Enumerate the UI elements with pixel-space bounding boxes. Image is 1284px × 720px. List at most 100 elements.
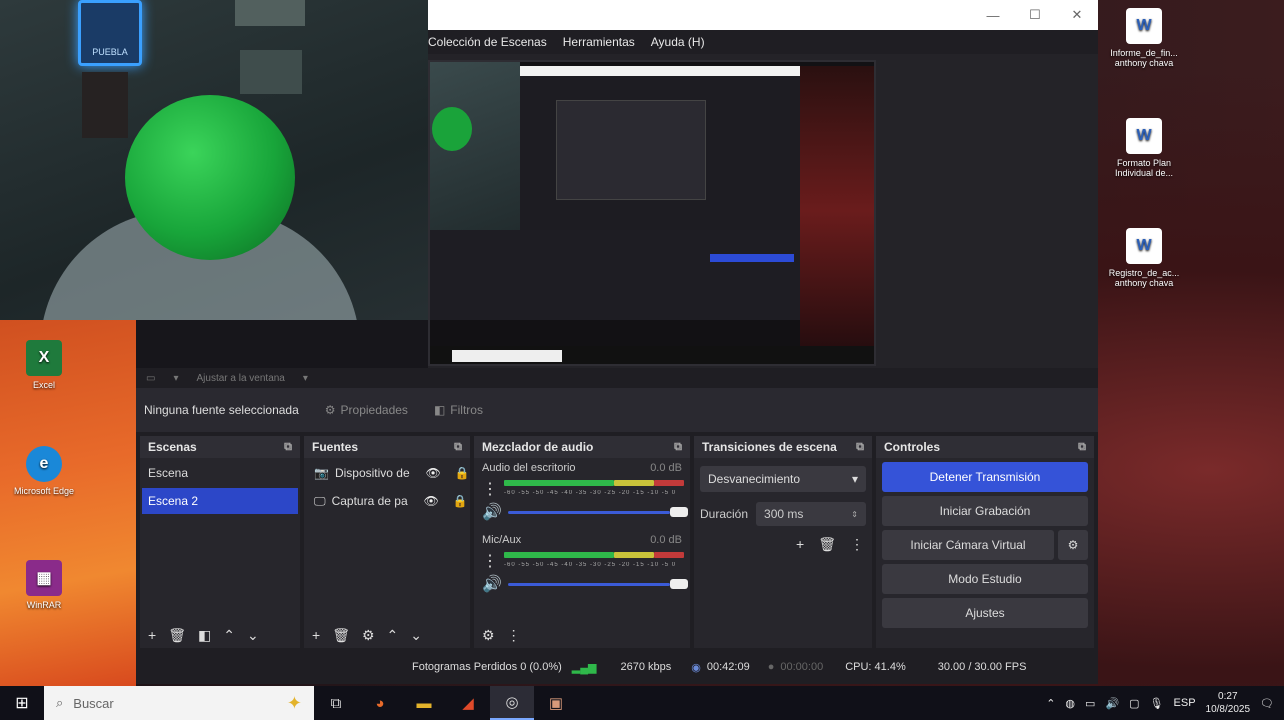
desktop-icon-excel[interactable]: X Excel [6, 340, 82, 390]
transition-select[interactable]: Desvanecimiento ▾ [700, 466, 866, 492]
title-bar[interactable]: — ☐ ✕ [428, 0, 1098, 30]
dock-title: Transiciones de escena ⧉ [694, 436, 872, 458]
desktop-icon-document[interactable]: W Formato Plan Individual de... [1098, 118, 1190, 178]
battery-icon[interactable]: ▭ [1085, 697, 1095, 710]
zoom-mode[interactable]: Ajustar a la ventana [196, 373, 284, 384]
volume-icon[interactable]: 🔊 [1105, 697, 1119, 710]
minimize-button[interactable]: — [972, 0, 1014, 30]
chevron-down-icon[interactable]: ⌄ [410, 627, 422, 644]
start-virtual-camera-button[interactable]: Iniciar Cámara Virtual [882, 530, 1054, 560]
scene-item-active[interactable]: Escena 2 [142, 488, 298, 514]
spin-arrows-icon[interactable]: ⇕ [851, 510, 858, 519]
chevron-up-icon[interactable]: ⌃ [1046, 697, 1055, 710]
menu-tools[interactable]: Herramientas [563, 35, 635, 49]
chevron-down-icon[interactable]: ⌄ [247, 627, 259, 644]
photo-app-icon[interactable]: ▣ [534, 686, 578, 720]
menu-help[interactable]: Ayuda (H) [651, 35, 705, 49]
preview-canvas[interactable] [428, 60, 876, 366]
kebab-menu-icon[interactable]: ⋮ [482, 479, 498, 499]
copilot-icon[interactable]: ◕ [358, 686, 402, 720]
undock-icon[interactable]: ⧉ [856, 441, 864, 454]
eye-icon[interactable]: 👁 [426, 466, 441, 480]
duration-spinbox[interactable]: 300 ms ⇕ [756, 502, 866, 526]
trash-icon[interactable]: 🗑 [332, 627, 350, 644]
virtual-camera-settings-button[interactable]: ⚙ [1058, 530, 1088, 560]
sources-title: Fuentes [312, 440, 359, 454]
start-recording-button[interactable]: Iniciar Grabación [882, 496, 1088, 526]
volume-slider[interactable] [507, 579, 688, 589]
slider-thumb[interactable] [669, 507, 688, 517]
add-icon[interactable]: + [312, 627, 320, 643]
mixer-toolbar: ⚙ ⋮ [474, 622, 690, 648]
language-indicator[interactable]: ESP [1174, 697, 1196, 709]
app-icon[interactable]: ◢ [446, 686, 490, 720]
taskbar-search[interactable]: ⌕ Buscar ✦ [44, 686, 314, 720]
desktop-icon-document[interactable]: W Informe_de_fin... anthony chava [1098, 8, 1190, 68]
speaker-icon[interactable]: 🔊 [482, 502, 502, 522]
controls-dock: Controles ⧉ Detener Transmisión Iniciar … [876, 436, 1094, 648]
volume-meter: -60 -55 -50 -45 -40 -35 -30 -25 -20 -15 … [504, 478, 684, 500]
maximize-button[interactable]: ☐ [1014, 0, 1056, 30]
kebab-menu-icon[interactable]: ⋮ [850, 536, 864, 553]
scenes-toolbar: + 🗑 ◧ ⌃ ⌄ [140, 622, 300, 648]
slider-thumb[interactable] [669, 579, 688, 589]
desktop-icon-winrar[interactable]: ▦ WinRAR [6, 560, 82, 610]
source-item[interactable]: 📷 Dispositivo de 👁 🔒 [304, 460, 470, 486]
obs-icon[interactable]: ◎ [490, 686, 534, 720]
preview-controls: ▭ ▾ Ajustar a la ventana ▾ [136, 368, 1098, 388]
advanced-audio-icon[interactable]: ⚙ [482, 627, 495, 644]
menu-bar: Colección de Escenas Herramientas Ayuda … [428, 30, 1098, 54]
start-button[interactable]: ⊞ [0, 686, 44, 720]
studio-mode-button[interactable]: Modo Estudio [882, 564, 1088, 594]
notification-icon[interactable]: 🗨 [1260, 697, 1274, 710]
add-icon[interactable]: + [148, 627, 156, 643]
sources-toolbar: + 🗑 ⚙ ⌃ ⌄ [304, 622, 470, 648]
undock-icon[interactable]: ⧉ [454, 441, 462, 454]
trash-icon[interactable]: 🗑 [168, 627, 186, 644]
speaker-icon[interactable]: 🔊 [482, 574, 502, 594]
system-tray: ⌃ ◍ ▭ 🔊 ▢ 🎙 ESP 0:27 10/8/2025 🗨 [1046, 690, 1284, 716]
undock-icon[interactable]: ⧉ [1078, 441, 1086, 454]
stop-streaming-button[interactable]: Detener Transmisión [882, 462, 1088, 492]
task-view-icon[interactable]: ⧉ [314, 686, 358, 720]
microphone-icon[interactable]: 🎙 [1150, 697, 1164, 710]
mixer-title: Mezclador de audio [482, 440, 594, 454]
chevron-down-icon[interactable]: ▾ [303, 373, 308, 384]
undock-icon[interactable]: ⧉ [284, 441, 292, 454]
trash-icon[interactable]: 🗑 [818, 536, 836, 553]
desktop-icon-document[interactable]: W Registro_de_ac... anthony chava [1098, 228, 1190, 288]
clock-date: 10/8/2025 [1205, 704, 1251, 715]
volume-slider[interactable] [507, 507, 688, 517]
filters-button[interactable]: ◧ Filtros [434, 403, 483, 417]
desktop-left-area: X Excel e Microsoft Edge ▦ WinRAR [0, 320, 136, 686]
add-icon[interactable]: + [796, 536, 804, 553]
display-icon[interactable]: ▢ [1129, 697, 1139, 710]
gear-icon[interactable]: ⚙ [362, 627, 375, 644]
network-icon[interactable]: ◍ [1065, 697, 1075, 710]
properties-button[interactable]: ⚙ Propiedades [325, 403, 408, 417]
eye-icon[interactable]: 👁 [424, 494, 439, 508]
source-item[interactable]: 🖵 Captura de pa 👁 🔒 [304, 488, 470, 514]
word-doc-icon: W [1126, 8, 1162, 44]
preview-lock-icon[interactable]: ▭ [146, 373, 155, 384]
close-button[interactable]: ✕ [1056, 0, 1098, 30]
kebab-menu-icon[interactable]: ⋮ [507, 627, 521, 644]
filter-icon[interactable]: ◧ [198, 627, 211, 644]
dock-title: Escenas ⧉ [140, 436, 300, 458]
chevron-down-icon[interactable]: ▾ [173, 373, 178, 384]
file-explorer-icon[interactable]: ▬ [402, 686, 446, 720]
chevron-up-icon[interactable]: ⌃ [387, 627, 399, 644]
menu-scene-collection[interactable]: Colección de Escenas [428, 35, 547, 49]
settings-button[interactable]: Ajustes [882, 598, 1088, 628]
desktop-icon-edge[interactable]: e Microsoft Edge [6, 446, 82, 496]
chevron-up-icon[interactable]: ⌃ [223, 627, 235, 644]
desktop-icon-label: Registro_de_ac... anthony chava [1108, 268, 1180, 288]
lock-icon[interactable]: 🔒 [453, 494, 468, 508]
undock-icon[interactable]: ⧉ [674, 441, 682, 454]
scene-item[interactable]: Escena [142, 460, 298, 486]
kebab-menu-icon[interactable]: ⋮ [482, 551, 498, 571]
lock-icon[interactable]: 🔒 [455, 466, 470, 480]
clock-time: 0:27 [1218, 691, 1238, 702]
clock[interactable]: 0:27 10/8/2025 [1206, 690, 1251, 716]
filters-label: Filtros [450, 403, 483, 417]
